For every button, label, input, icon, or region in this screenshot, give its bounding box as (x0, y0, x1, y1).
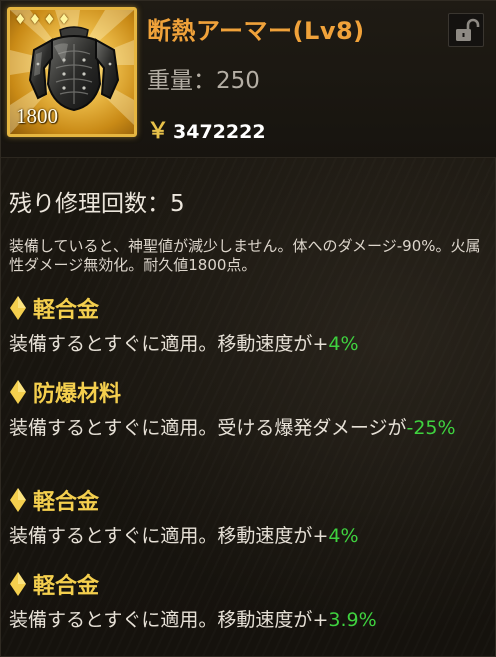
ability-name: 防爆材料 (33, 382, 122, 407)
price-value: 3472222 (173, 121, 266, 143)
price-row: ￥ 3472222 (147, 113, 266, 145)
diamond-icon (10, 380, 26, 404)
ability-description: 装備するとすぐに適用。受ける爆発ダメージが (9, 417, 407, 439)
item-name: 断熱アーマー(Lv8) (147, 17, 365, 45)
ability-text: 装備するとすぐに適用。移動速度が+4% (9, 331, 489, 358)
ability-value: 25% (413, 417, 456, 439)
weight-row: 重量：250 (147, 61, 260, 95)
ability-description: 装備するとすぐに適用。移動速度が (9, 609, 313, 631)
item-header: ♦ ♦ ♦ ♦ 1800 断熱アーマー(Lv8) 重量：250 ￥ 347222… (1, 1, 496, 158)
yen-icon: ￥ (147, 119, 170, 144)
weight-value: 250 (216, 68, 260, 94)
ability-value: 4% (328, 525, 359, 547)
ability-sign: + (312, 609, 329, 631)
weight-label: 重量 (147, 68, 193, 94)
ability-name: 軽合金 (33, 490, 100, 515)
ability-description: 装備するとすぐに適用。移動速度が (9, 525, 313, 547)
ability-name: 軽合金 (33, 298, 100, 323)
ability-text: 装備するとすぐに適用。移動速度が+4% (9, 523, 489, 550)
ability-entry: 軽合金 装備するとすぐに適用。移動速度が+3.9% (9, 569, 489, 634)
ability-entry: 軽合金 装備するとすぐに適用。移動速度が+4% (9, 485, 489, 550)
ability-entry: 軽合金 装備するとすぐに適用。移動速度が+4% (9, 293, 489, 358)
unlock-icon (456, 18, 480, 41)
ability-sign: + (312, 333, 329, 355)
ability-title: 防爆材料 (9, 377, 489, 407)
ability-entry: 防爆材料 装備するとすぐに適用。受ける爆発ダメージが-25% (9, 377, 489, 442)
lock-toggle-button[interactable] (448, 13, 484, 47)
repair-separator: ： (147, 191, 170, 217)
diamond-icon (10, 488, 26, 512)
ability-value: 4% (328, 333, 359, 355)
ability-description: 装備するとすぐに適用。移動速度が (9, 333, 313, 355)
diamond-icon (10, 572, 26, 596)
ability-name: 軽合金 (33, 574, 100, 599)
item-tooltip-panel: ♦ ♦ ♦ ♦ 1800 断熱アーマー(Lv8) 重量：250 ￥ 347222… (0, 0, 496, 657)
ability-text: 装備するとすぐに適用。受ける爆発ダメージが-25% (9, 415, 489, 442)
ability-title: 軽合金 (9, 293, 489, 323)
item-description: 装備していると、神聖値が減少しません。体へのダメージ-90%。火属性ダメージ無効… (9, 237, 481, 274)
repair-label: 残り修理回数 (9, 191, 147, 217)
ability-title: 軽合金 (9, 485, 489, 515)
ability-text: 装備するとすぐに適用。移動速度が+3.9% (9, 607, 489, 634)
durability-value: 1800 (16, 104, 58, 128)
item-icon-frame[interactable]: ♦ ♦ ♦ ♦ 1800 (7, 7, 137, 137)
ability-title: 軽合金 (9, 569, 489, 599)
ability-value: 3.9% (328, 609, 377, 631)
weight-separator: ： (193, 68, 216, 94)
diamond-icon (10, 296, 26, 320)
repair-value: 5 (170, 191, 185, 217)
ability-sign: + (312, 525, 329, 547)
repair-count-row: 残り修理回数：5 (9, 184, 185, 218)
